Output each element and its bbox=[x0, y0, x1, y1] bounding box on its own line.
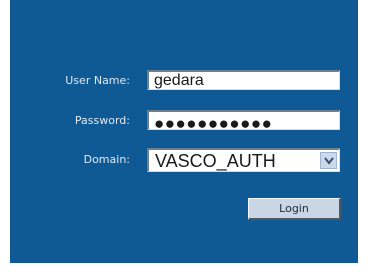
domain-select[interactable]: VASCO_AUTH bbox=[147, 148, 340, 172]
password-input[interactable]: ●●●●●●●●●●● bbox=[147, 110, 340, 130]
login-panel: User Name: gedara Password: ●●●●●●●●●●● … bbox=[10, 0, 358, 263]
username-label: User Name: bbox=[65, 74, 130, 87]
login-button[interactable]: Login bbox=[248, 198, 341, 220]
chevron-down-icon bbox=[324, 157, 334, 165]
domain-dropdown-button[interactable] bbox=[320, 152, 337, 169]
domain-label: Domain: bbox=[83, 153, 130, 166]
username-input[interactable]: gedara bbox=[147, 70, 340, 90]
domain-selected-value: VASCO_AUTH bbox=[155, 151, 276, 171]
password-label: Password: bbox=[74, 114, 130, 127]
